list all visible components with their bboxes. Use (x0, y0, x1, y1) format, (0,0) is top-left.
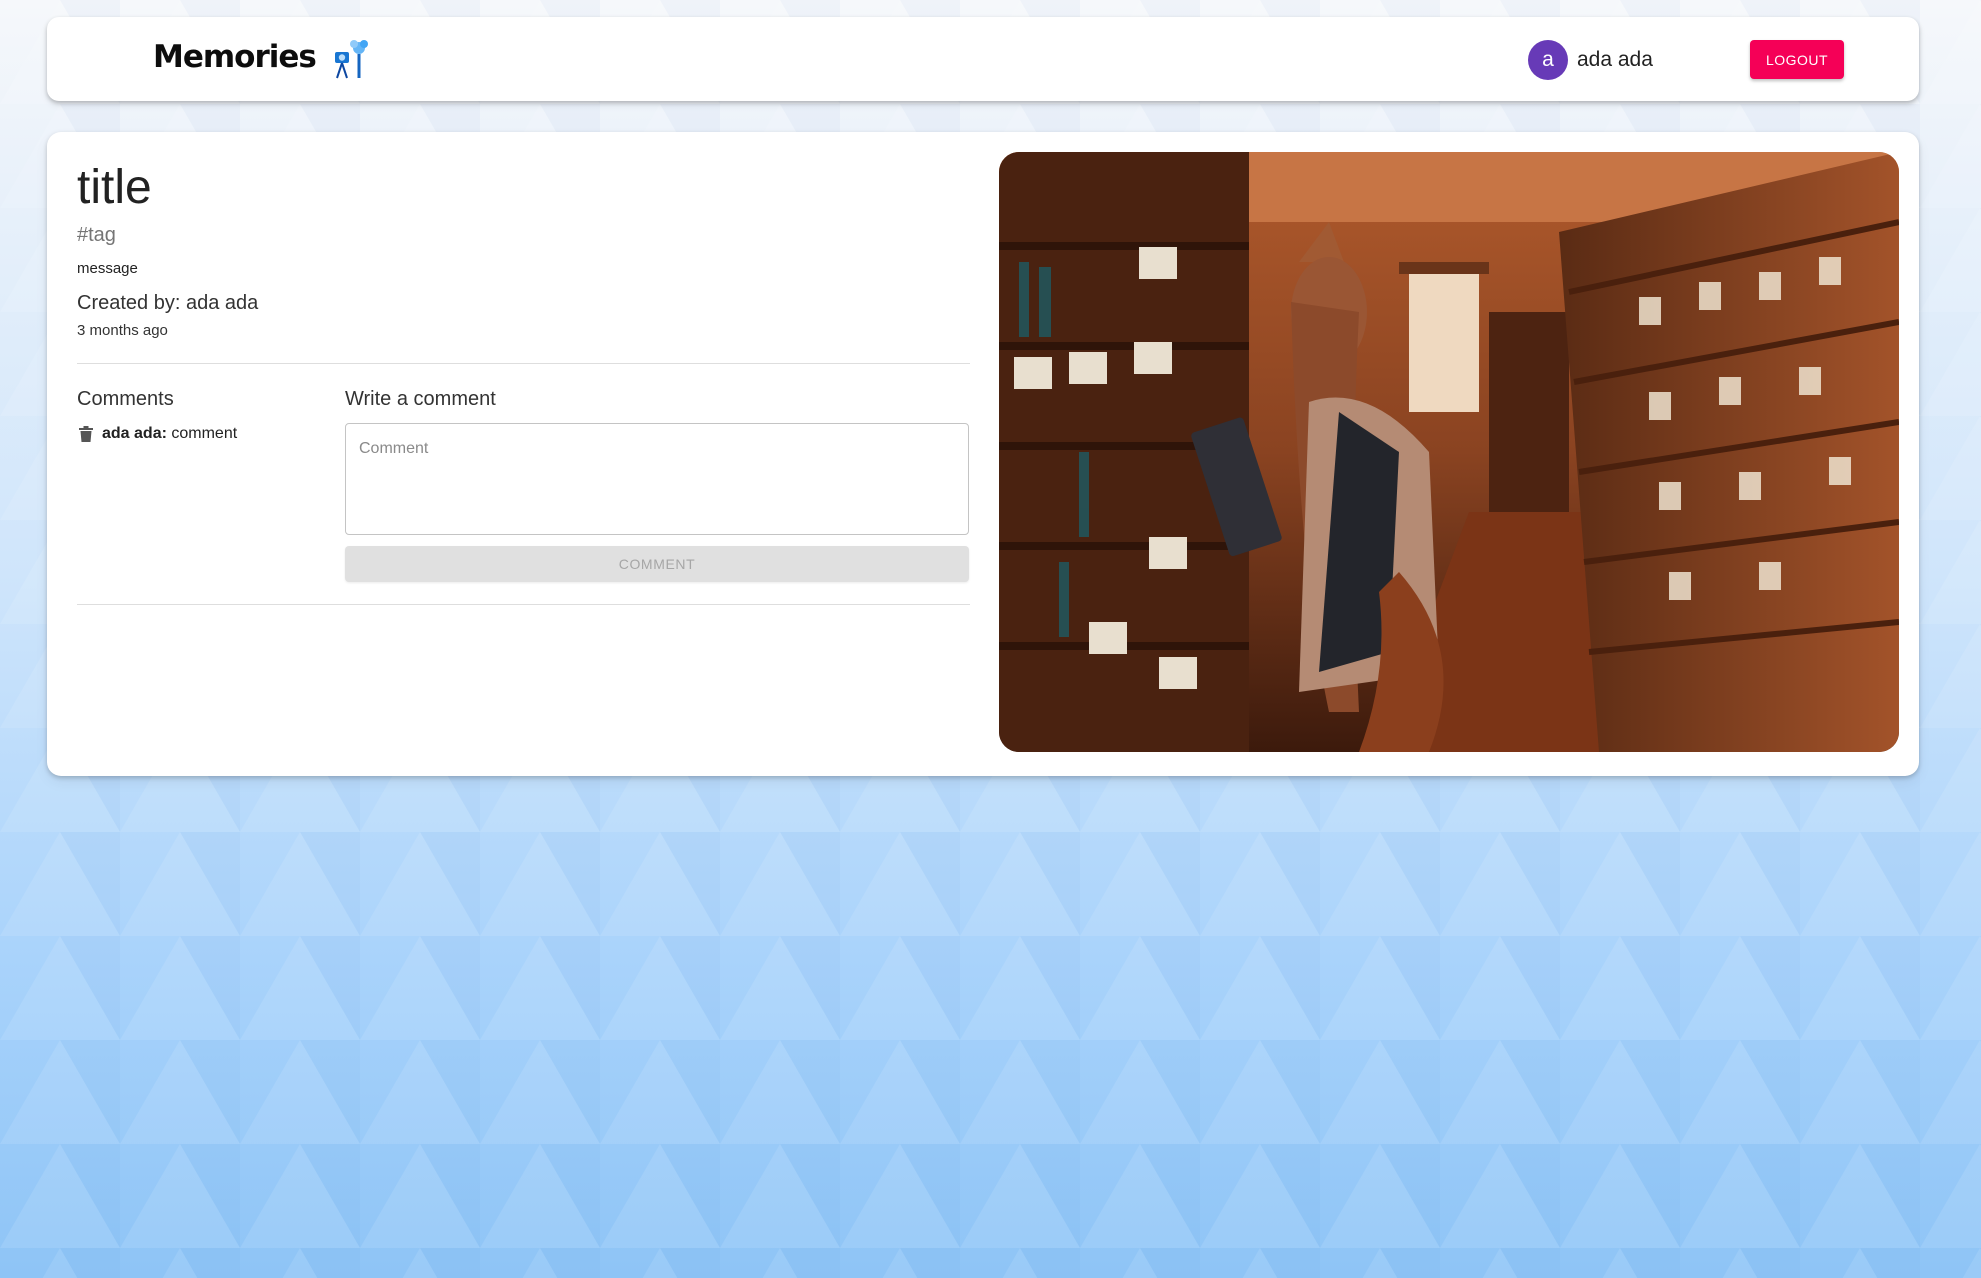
post-title: title (77, 161, 152, 214)
post-message: message (77, 260, 138, 277)
user-name: ada ada (1577, 48, 1653, 71)
app-bar: Memories a ada ada LOGOUT (47, 17, 1919, 101)
write-comment-heading: Write a comment (345, 388, 496, 410)
comment-text: comment (171, 425, 238, 442)
memories-logo-icon[interactable] (332, 38, 374, 84)
comment-author: ada ada: (102, 425, 167, 442)
comment-submit-button[interactable]: COMMENT (345, 546, 969, 582)
divider (77, 363, 970, 364)
divider (77, 604, 970, 605)
post-details-card: title #tag message Created by: ada ada 3… (47, 132, 1919, 776)
post-tags: #tag (77, 224, 116, 246)
comment-input[interactable] (345, 423, 969, 535)
trash-icon[interactable] (79, 426, 93, 442)
post-timestamp: 3 months ago (77, 322, 168, 339)
post-author: Created by: ada ada (77, 292, 259, 314)
comments-heading: Comments (77, 388, 174, 410)
app-title[interactable]: Memories (153, 39, 317, 75)
post-image (999, 152, 1899, 752)
user-avatar[interactable]: a (1528, 40, 1568, 80)
comment-item: ada ada: comment (79, 425, 237, 443)
logout-button[interactable]: LOGOUT (1750, 40, 1844, 79)
